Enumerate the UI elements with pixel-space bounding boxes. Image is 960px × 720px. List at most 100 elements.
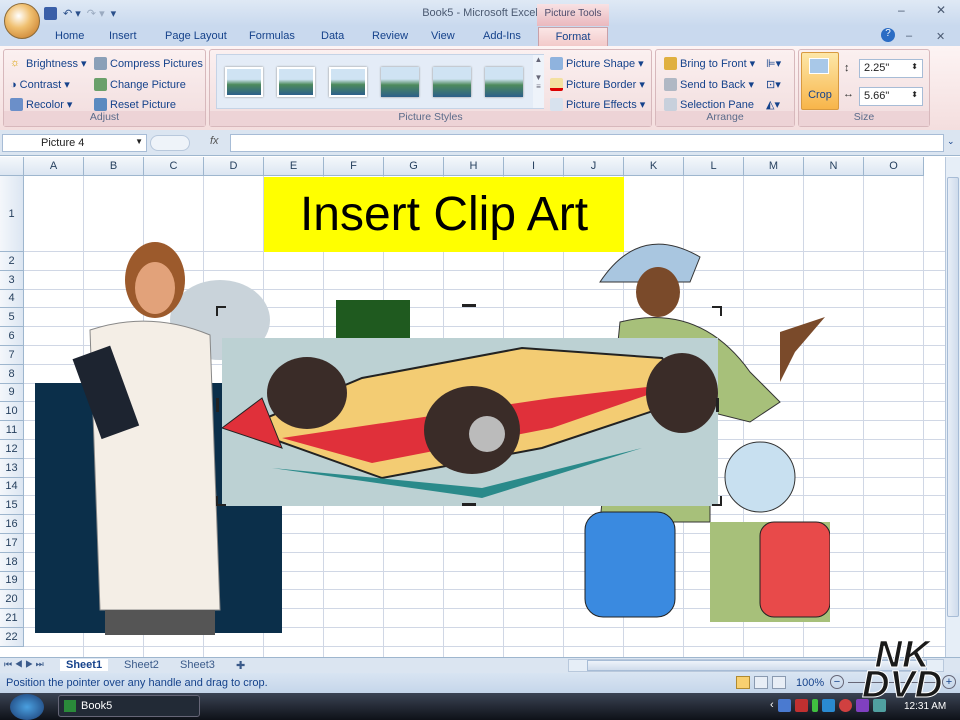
tab-data[interactable]: Data (321, 30, 344, 42)
style-thumb[interactable] (277, 67, 315, 97)
group-icon[interactable]: ⊡▾ (766, 78, 781, 91)
picture-shape-button[interactable]: Picture Shape ▾ (550, 57, 644, 70)
compress-pictures-button[interactable]: Compress Pictures (94, 57, 203, 70)
page-layout-view-icon[interactable] (754, 676, 768, 689)
formula-divider[interactable] (150, 135, 190, 151)
row-header-3[interactable]: 3 (0, 270, 24, 290)
office-button[interactable] (4, 3, 40, 39)
tab-add-ins[interactable]: Add-Ins (483, 30, 521, 42)
gallery-scroll[interactable]: ▲ ▼ ≡ (533, 55, 544, 108)
insert-function-button[interactable]: fx (210, 135, 219, 147)
tab-format[interactable]: Format (538, 27, 608, 47)
row-header-6[interactable]: 6 (0, 327, 24, 346)
workbook-close-icon[interactable]: ✕ (936, 30, 945, 43)
taskbar-item-book5[interactable]: Book5 (58, 695, 200, 717)
row-header-11[interactable]: 11 (0, 421, 24, 440)
network-icon[interactable] (794, 699, 808, 712)
minimize-icon[interactable]: – (898, 3, 905, 17)
row-header-4[interactable]: 4 (0, 289, 24, 309)
scroll-thumb[interactable] (947, 177, 959, 617)
row-header-9[interactable]: 9 (0, 383, 24, 403)
row-header-22[interactable]: 22 (0, 628, 24, 647)
undo-icon[interactable]: ↶ ▾ (63, 7, 81, 20)
row-header-19[interactable]: 19 (0, 571, 24, 591)
tray-icon[interactable] (821, 699, 835, 712)
tab-view[interactable]: View (431, 30, 455, 42)
name-box[interactable]: Picture 4 ▼ (2, 134, 147, 152)
style-thumb[interactable] (381, 67, 419, 97)
row-header-13[interactable]: 13 (0, 458, 24, 478)
column-header-H[interactable]: H (444, 157, 504, 176)
brightness-button[interactable]: ☼ Brightness ▾ (10, 57, 87, 70)
crop-handle-top-right[interactable] (712, 306, 722, 316)
style-thumb[interactable] (225, 67, 263, 97)
workbook-minimize-icon[interactable]: – (906, 30, 912, 42)
battery-icon[interactable] (811, 699, 818, 712)
column-header-D[interactable]: D (204, 157, 264, 176)
row-header-14[interactable]: 14 (0, 477, 24, 497)
zoom-out-icon[interactable]: − (830, 675, 844, 689)
crop-handle-right[interactable] (716, 398, 719, 412)
help-icon[interactable]: ? (881, 28, 895, 42)
page-break-view-icon[interactable] (772, 676, 786, 689)
column-header-A[interactable]: A (24, 157, 84, 176)
crop-handle-bottom-right[interactable] (712, 496, 722, 506)
column-header-C[interactable]: C (144, 157, 204, 176)
crop-handle-bottom[interactable] (462, 503, 476, 506)
tab-review[interactable]: Review (372, 30, 408, 42)
row-header-20[interactable]: 20 (0, 590, 24, 610)
row-header-12[interactable]: 12 (0, 440, 24, 459)
bring-to-front-button[interactable]: Bring to Front ▾ (664, 57, 755, 70)
expand-formula-icon[interactable]: ⌄ (947, 136, 955, 147)
style-thumb[interactable] (485, 67, 523, 97)
recolor-button[interactable]: Recolor ▾ (10, 98, 72, 111)
style-thumb[interactable] (329, 67, 367, 97)
insert-sheet-icon[interactable]: ✚ (236, 659, 245, 672)
select-all-corner[interactable] (0, 157, 24, 176)
crop-handle-bottom-left[interactable] (216, 496, 226, 506)
column-header-I[interactable]: I (504, 157, 564, 176)
row-header-17[interactable]: 17 (0, 534, 24, 553)
normal-view-icon[interactable] (736, 676, 750, 689)
tab-formulas[interactable]: Formulas (249, 30, 295, 42)
zoom-in-icon[interactable]: + (942, 675, 956, 689)
row-header-21[interactable]: 21 (0, 609, 24, 628)
row-header-8[interactable]: 8 (0, 364, 24, 384)
close-icon[interactable]: ✕ (936, 3, 946, 17)
rotate-icon[interactable]: ◭▾ (766, 98, 780, 111)
row-header-16[interactable]: 16 (0, 515, 24, 534)
row-header-1[interactable]: 1 (0, 176, 24, 252)
tab-home[interactable]: Home (55, 30, 84, 42)
crop-handle-left[interactable] (216, 398, 219, 412)
sheet-nav-arrows[interactable]: ⏮ ◀ ▶ ⏭ (4, 659, 44, 670)
column-header-E[interactable]: E (264, 157, 324, 176)
style-thumb[interactable] (433, 67, 471, 97)
row-header-2[interactable]: 2 (0, 252, 24, 271)
customize-qat-icon[interactable]: ▾ (111, 7, 117, 20)
column-header-N[interactable]: N (804, 157, 864, 176)
column-header-O[interactable]: O (864, 157, 924, 176)
selection-pane-button[interactable]: Selection Pane (664, 98, 754, 111)
tray-arrow-icon[interactable]: ‹ (770, 699, 774, 712)
tab-insert[interactable]: Insert (109, 30, 137, 42)
contrast-button[interactable]: ◑ Contrast ▾ (10, 78, 70, 92)
tab-page-layout[interactable]: Page Layout (165, 30, 227, 42)
formula-input[interactable] (230, 134, 944, 152)
change-picture-button[interactable]: Change Picture (94, 78, 186, 91)
tray-icon[interactable] (838, 699, 852, 712)
column-header-K[interactable]: K (624, 157, 684, 176)
column-header-F[interactable]: F (324, 157, 384, 176)
row-header-15[interactable]: 15 (0, 496, 24, 516)
redo-icon[interactable]: ↷ ▾ (87, 7, 105, 20)
column-header-M[interactable]: M (744, 157, 804, 176)
reset-picture-button[interactable]: Reset Picture (94, 98, 176, 111)
send-to-back-button[interactable]: Send to Back ▾ (664, 78, 754, 91)
row-header-10[interactable]: 10 (0, 402, 24, 422)
height-input[interactable]: 2.25" ⬍ (859, 59, 923, 78)
row-header-7[interactable]: 7 (0, 346, 24, 365)
column-header-G[interactable]: G (384, 157, 444, 176)
sheet-tab-sheet1[interactable]: Sheet1 (60, 659, 109, 671)
tray-icon[interactable] (777, 699, 791, 712)
row-header-18[interactable]: 18 (0, 552, 24, 572)
column-header-B[interactable]: B (84, 157, 144, 176)
